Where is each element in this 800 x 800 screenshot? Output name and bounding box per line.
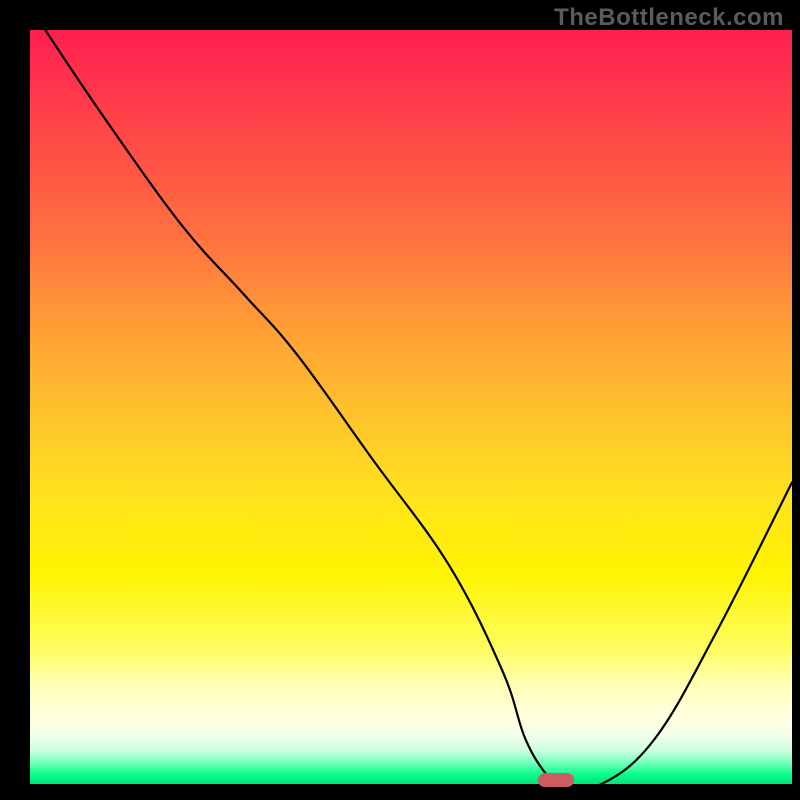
watermark-text: TheBottleneck.com bbox=[554, 4, 784, 32]
curve-svg bbox=[30, 30, 792, 784]
plot-area bbox=[30, 30, 792, 784]
chart-container: TheBottleneck.com bbox=[0, 0, 800, 800]
bottleneck-curve bbox=[45, 30, 792, 784]
optimal-point-marker bbox=[538, 773, 574, 787]
